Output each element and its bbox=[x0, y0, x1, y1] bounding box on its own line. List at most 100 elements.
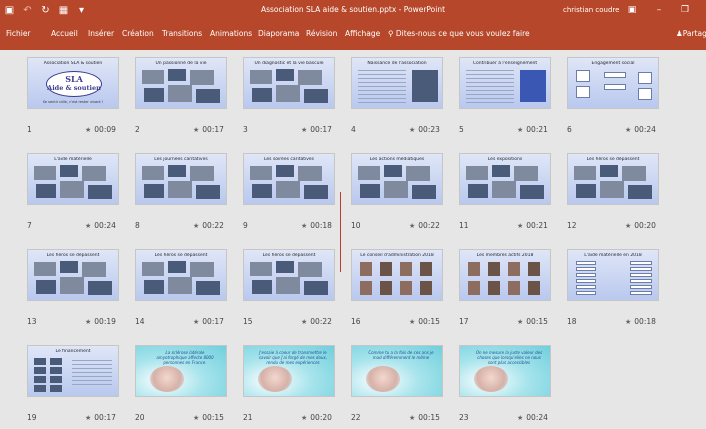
chart-cell bbox=[576, 279, 596, 283]
logo-caption: Se sentir utile, c'est rester vivant ! bbox=[42, 100, 104, 104]
tab-diaporama[interactable]: Diaporama bbox=[258, 20, 299, 50]
slide-quote: Comme tu a la fois de ces ans je mad dif… bbox=[368, 350, 434, 360]
chart-cell bbox=[630, 261, 652, 265]
tab-accueil[interactable]: Accueil bbox=[51, 20, 78, 50]
slide-number: 7 bbox=[27, 221, 32, 230]
slide-duration: 00:24 bbox=[634, 125, 656, 134]
slide-number: 3 bbox=[243, 125, 248, 134]
photo bbox=[474, 366, 508, 392]
slide-timing: ★ 00:18 bbox=[301, 221, 332, 230]
tab-inserer[interactable]: Insérer bbox=[88, 20, 114, 50]
sponsor-logo bbox=[34, 358, 46, 365]
slide-title: Les journées caritatives bbox=[154, 157, 208, 162]
photo bbox=[190, 70, 214, 85]
text-line bbox=[466, 86, 514, 87]
tab-affichage[interactable]: Affichage bbox=[345, 20, 380, 50]
photo bbox=[574, 166, 596, 180]
text-line bbox=[466, 102, 514, 103]
tab-revision[interactable]: Révision bbox=[306, 20, 337, 50]
transition-star-icon: ★ bbox=[409, 222, 416, 230]
slide-number: 14 bbox=[135, 317, 145, 326]
photo bbox=[60, 181, 84, 198]
tab-creation[interactable]: Création bbox=[122, 20, 154, 50]
slide-thumbnail-1[interactable]: Association SLA & soutien SLA Aide & souti… bbox=[27, 57, 119, 109]
slide-thumbnail-16[interactable]: Le conseil d'administration 2018 bbox=[351, 249, 443, 301]
photo bbox=[250, 166, 272, 180]
slide-duration: 00:22 bbox=[418, 221, 440, 230]
text-line bbox=[72, 380, 112, 381]
slide-number: 10 bbox=[351, 221, 361, 230]
text-line bbox=[466, 82, 514, 83]
slide-thumbnail-7[interactable]: L'aide matérielle bbox=[27, 153, 119, 205]
slide-thumbnail-8[interactable]: Les journées caritatives bbox=[135, 153, 227, 205]
text-line bbox=[358, 74, 406, 75]
transition-star-icon: ★ bbox=[625, 126, 632, 134]
portrait bbox=[380, 262, 392, 276]
slide-number: 16 bbox=[351, 317, 361, 326]
share-button[interactable]: ♟Partager bbox=[676, 20, 706, 50]
tab-transitions[interactable]: Transitions bbox=[162, 20, 202, 50]
ribbon-tabs: Fichier Accueil Insérer Création Transit… bbox=[0, 20, 706, 50]
portrait bbox=[400, 281, 412, 295]
slide-thumbnail-23[interactable]: On ne mesure la juste valeur des choses … bbox=[459, 345, 551, 397]
slide-thumbnail-15[interactable]: Les héros se dépassent bbox=[243, 249, 335, 301]
slide-title: Association SLA & soutien bbox=[43, 61, 103, 66]
tab-fichier[interactable]: Fichier bbox=[6, 20, 31, 50]
slide-thumbnail-19[interactable]: Le financement bbox=[27, 345, 119, 397]
slide-number: 9 bbox=[243, 221, 248, 230]
photo bbox=[142, 262, 164, 276]
slide-title: Naissance de l'association bbox=[367, 61, 427, 66]
slide-thumbnail-14[interactable]: Les héros se dépassent bbox=[135, 249, 227, 301]
photo bbox=[412, 70, 438, 102]
slide-duration: 00:17 bbox=[202, 317, 224, 326]
photo bbox=[304, 89, 328, 103]
text-line bbox=[72, 376, 112, 377]
photo bbox=[168, 277, 192, 294]
slide-timing: ★ 00:22 bbox=[193, 221, 224, 230]
slide-thumbnail-4[interactable]: Naissance de l'association bbox=[351, 57, 443, 109]
slide-thumbnail-22[interactable]: Comme tu a la fois de ces ans je mad dif… bbox=[351, 345, 443, 397]
slide-thumbnail-20[interactable]: La sclérose latérale amyotrophique affec… bbox=[135, 345, 227, 397]
slide-thumbnail-6[interactable]: Engagement social bbox=[567, 57, 659, 109]
text-line bbox=[466, 74, 514, 75]
user-name[interactable]: christian coudre bbox=[563, 0, 619, 20]
tell-me-label: Dites-nous ce que vous voulez faire bbox=[395, 29, 530, 38]
slide-number: 1 bbox=[27, 125, 32, 134]
restore-icon[interactable]: ❐ bbox=[678, 0, 692, 20]
slide-thumbnail-13[interactable]: Les héros se dépassent bbox=[27, 249, 119, 301]
photo bbox=[252, 88, 272, 102]
minimize-icon[interactable]: – bbox=[652, 0, 666, 20]
slide-thumbnail-17[interactable]: Les membres actifs 2018 bbox=[459, 249, 551, 301]
text-line bbox=[72, 368, 112, 369]
slide-thumbnail-5[interactable]: Contribuer à l'enseignement bbox=[459, 57, 551, 109]
photo bbox=[142, 70, 164, 84]
slide-duration: 00:09 bbox=[94, 125, 116, 134]
slide-thumbnail-12[interactable]: Les héros se dépassent bbox=[567, 153, 659, 205]
transition-star-icon: ★ bbox=[301, 126, 308, 134]
tell-me-box[interactable]: ⚲ Dites-nous ce que vous voulez faire bbox=[388, 20, 530, 50]
slide-thumbnail-18[interactable]: L'aide matérielle en 2018 bbox=[567, 249, 659, 301]
slide-thumbnail-3[interactable]: Un diagnostic et la vie bascule bbox=[243, 57, 335, 109]
sponsor-logo bbox=[34, 376, 46, 383]
slide-title: L'aide matérielle en 2018 bbox=[584, 253, 642, 258]
slide-title: Les héros se dépassent bbox=[262, 253, 316, 258]
photo bbox=[60, 261, 78, 273]
transition-star-icon: ★ bbox=[409, 414, 416, 422]
photo bbox=[412, 185, 436, 199]
chart-cell bbox=[576, 261, 596, 265]
photo bbox=[360, 184, 380, 198]
portrait bbox=[360, 281, 372, 295]
slide-number: 19 bbox=[27, 413, 37, 422]
slide-thumbnail-2[interactable]: Un passionné de la vie bbox=[135, 57, 227, 109]
text-line bbox=[466, 78, 514, 79]
tab-animations[interactable]: Animations bbox=[210, 20, 252, 50]
slide-thumbnail-9[interactable]: Les soirées caritatives bbox=[243, 153, 335, 205]
portrait bbox=[528, 281, 540, 295]
photo bbox=[492, 181, 516, 198]
slide-thumbnail-11[interactable]: Les expositions bbox=[459, 153, 551, 205]
photo bbox=[82, 166, 106, 181]
slide-duration: 00:21 bbox=[526, 221, 548, 230]
slide-thumbnail-10[interactable]: Les actions médiatiques bbox=[351, 153, 443, 205]
ribbon-display-options-icon[interactable]: ▣ bbox=[625, 0, 639, 20]
slide-thumbnail-21[interactable]: J'essaie à coeur de transmettre le savoi… bbox=[243, 345, 335, 397]
